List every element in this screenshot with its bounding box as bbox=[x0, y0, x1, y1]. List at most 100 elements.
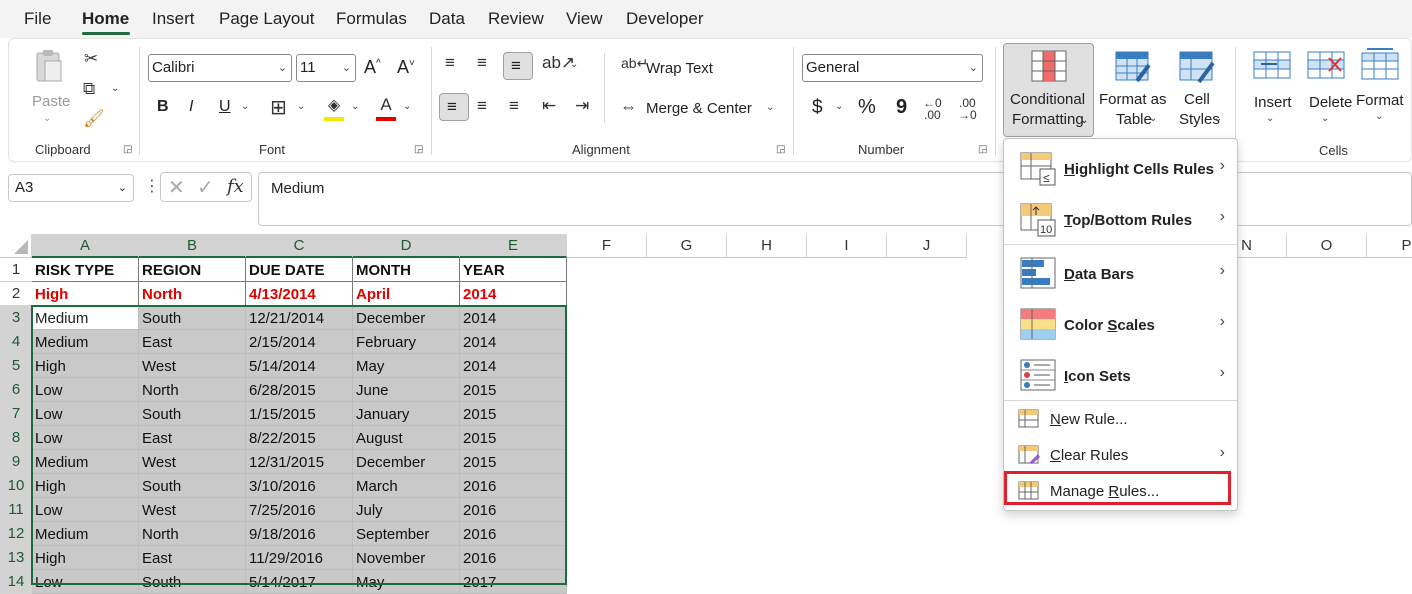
currency-chevron-icon[interactable]: ⌄ bbox=[835, 101, 843, 112]
align-center-icon[interactable]: ≡ bbox=[477, 96, 487, 116]
cell-b4[interactable]: East bbox=[139, 330, 246, 354]
cell-e5[interactable]: 2014 bbox=[460, 354, 567, 378]
cell-c6[interactable]: 6/28/2015 bbox=[246, 378, 353, 402]
font-name-combo[interactable]: Calibri ⌄ bbox=[148, 54, 292, 82]
cell-styles-icon[interactable] bbox=[1179, 51, 1215, 85]
cell-a4[interactable]: Medium bbox=[32, 330, 139, 354]
copy-chevron-icon[interactable]: ⌄ bbox=[111, 83, 119, 94]
cell-c7[interactable]: 1/15/2015 bbox=[246, 402, 353, 426]
cell-d4[interactable]: February bbox=[353, 330, 460, 354]
cell-a13[interactable]: High bbox=[32, 546, 139, 570]
paste-icon[interactable] bbox=[33, 49, 65, 85]
cell-e11[interactable]: 2016 bbox=[460, 498, 567, 522]
cell-e7[interactable]: 2015 bbox=[460, 402, 567, 426]
cell-d8[interactable]: August bbox=[353, 426, 460, 450]
menu-item-color-scales[interactable]: Color Scales › bbox=[1004, 300, 1237, 350]
cell-c5[interactable]: 5/14/2014 bbox=[246, 354, 353, 378]
increase-indent-icon[interactable]: ⇥ bbox=[575, 96, 589, 116]
alignment-launcher-icon[interactable]: ◲ bbox=[776, 144, 785, 155]
cell-a14[interactable]: Low bbox=[32, 570, 139, 594]
cell-c14[interactable]: 5/14/2017 bbox=[246, 570, 353, 594]
name-box[interactable]: A3 ⌄ bbox=[8, 174, 134, 202]
column-header-j[interactable]: J bbox=[887, 234, 967, 258]
underline-button[interactable]: U bbox=[219, 98, 231, 116]
menu-item-data-bars[interactable]: Data Bars › bbox=[1004, 249, 1237, 299]
cut-icon[interactable]: ✂ bbox=[84, 49, 98, 69]
row-header-1[interactable]: 1 bbox=[0, 258, 32, 282]
cell-c3[interactable]: 12/21/2014 bbox=[246, 306, 353, 330]
cancel-icon[interactable]: ✕ bbox=[168, 175, 185, 200]
paste-button[interactable]: Paste bbox=[32, 93, 70, 110]
comma-button[interactable]: 9 bbox=[896, 96, 907, 119]
menu-item-manage-rules[interactable]: Manage Rules... bbox=[1004, 474, 1237, 508]
column-header-a[interactable]: A bbox=[32, 234, 139, 258]
cell-c4[interactable]: 2/15/2014 bbox=[246, 330, 353, 354]
cell-b12[interactable]: North bbox=[139, 522, 246, 546]
cell-d13[interactable]: November bbox=[353, 546, 460, 570]
menu-item-top-bottom-rules[interactable]: 10 Top/Bottom Rules › bbox=[1004, 195, 1237, 245]
cell-b13[interactable]: East bbox=[139, 546, 246, 570]
bold-button[interactable]: B bbox=[157, 98, 169, 116]
merge-center-button[interactable]: Merge & Center bbox=[646, 100, 752, 117]
shrink-font-button[interactable]: A˅ bbox=[397, 57, 415, 78]
menu-item-new-rule[interactable]: New Rule... bbox=[1004, 402, 1237, 436]
cell-b7[interactable]: South bbox=[139, 402, 246, 426]
conditional-formatting-button[interactable]: Conditional Formatting ⌄ bbox=[1003, 43, 1094, 137]
italic-button[interactable]: I bbox=[189, 98, 193, 116]
row-header-9[interactable]: 9 bbox=[0, 450, 32, 474]
cell-d7[interactable]: January bbox=[353, 402, 460, 426]
menu-item-highlight-cells-rules[interactable]: ≤ Highlight Cells Rules › bbox=[1004, 144, 1237, 194]
menu-item-icon-sets[interactable]: Icon Sets › bbox=[1004, 351, 1237, 401]
row-header-14[interactable]: 14 bbox=[0, 570, 32, 594]
column-header-c[interactable]: C bbox=[246, 234, 353, 258]
delete-cells-icon[interactable] bbox=[1307, 51, 1345, 81]
insert-cells-button[interactable]: Insert bbox=[1254, 94, 1292, 111]
cell-b6[interactable]: North bbox=[139, 378, 246, 402]
select-all-corner[interactable] bbox=[0, 234, 32, 258]
cell-e10[interactable]: 2016 bbox=[460, 474, 567, 498]
cell-b11[interactable]: West bbox=[139, 498, 246, 522]
cell-a5[interactable]: High bbox=[32, 354, 139, 378]
wrap-text-icon[interactable]: ab↵ bbox=[621, 55, 648, 72]
row-header-2[interactable]: 2 bbox=[0, 282, 32, 306]
orientation-chevron-icon[interactable]: ⌄ bbox=[570, 59, 578, 70]
increase-decimal-icon[interactable]: ←0.00 bbox=[923, 97, 942, 121]
cell-styles-button[interactable]: Cell bbox=[1184, 91, 1210, 108]
insert-cells-icon[interactable] bbox=[1253, 51, 1291, 81]
cell-b2[interactable]: North bbox=[139, 282, 246, 306]
cell-b3[interactable]: South bbox=[139, 306, 246, 330]
formula-input[interactable]: Medium bbox=[258, 172, 1412, 226]
cell-d2[interactable]: April bbox=[353, 282, 460, 306]
cell-c2[interactable]: 4/13/2014 bbox=[246, 282, 353, 306]
cell-d9[interactable]: December bbox=[353, 450, 460, 474]
tab-insert[interactable]: Insert bbox=[152, 9, 195, 29]
row-header-10[interactable]: 10 bbox=[0, 474, 32, 498]
cell-c1[interactable]: DUE DATE bbox=[246, 258, 353, 282]
menu-item-clear-rules[interactable]: Clear Rules › bbox=[1004, 438, 1237, 472]
row-header-12[interactable]: 12 bbox=[0, 522, 32, 546]
cell-a12[interactable]: Medium bbox=[32, 522, 139, 546]
percent-button[interactable]: % bbox=[858, 96, 876, 119]
decrease-decimal-icon[interactable]: .00 →0 bbox=[958, 97, 977, 121]
column-header-o[interactable]: O bbox=[1287, 234, 1367, 258]
cell-a2[interactable]: High bbox=[32, 282, 139, 306]
fill-color-icon[interactable]: ◈ bbox=[323, 95, 345, 121]
cell-e12[interactable]: 2016 bbox=[460, 522, 567, 546]
row-header-7[interactable]: 7 bbox=[0, 402, 32, 426]
column-header-h[interactable]: H bbox=[727, 234, 807, 258]
clipboard-launcher-icon[interactable]: ◲ bbox=[123, 144, 132, 155]
cell-d10[interactable]: March bbox=[353, 474, 460, 498]
cell-a6[interactable]: Low bbox=[32, 378, 139, 402]
cell-a11[interactable]: Low bbox=[32, 498, 139, 522]
enter-icon[interactable]: ✓ bbox=[197, 175, 214, 200]
cell-e1[interactable]: YEAR bbox=[460, 258, 567, 282]
cell-d6[interactable]: June bbox=[353, 378, 460, 402]
cell-d11[interactable]: July bbox=[353, 498, 460, 522]
column-header-e[interactable]: E bbox=[460, 234, 567, 258]
wrap-text-button[interactable]: Wrap Text bbox=[646, 60, 713, 77]
cell-e2[interactable]: 2014 bbox=[460, 282, 567, 306]
row-header-4[interactable]: 4 bbox=[0, 330, 32, 354]
cell-b14[interactable]: South bbox=[139, 570, 246, 594]
column-header-g[interactable]: G bbox=[647, 234, 727, 258]
cell-e3[interactable]: 2014 bbox=[460, 306, 567, 330]
